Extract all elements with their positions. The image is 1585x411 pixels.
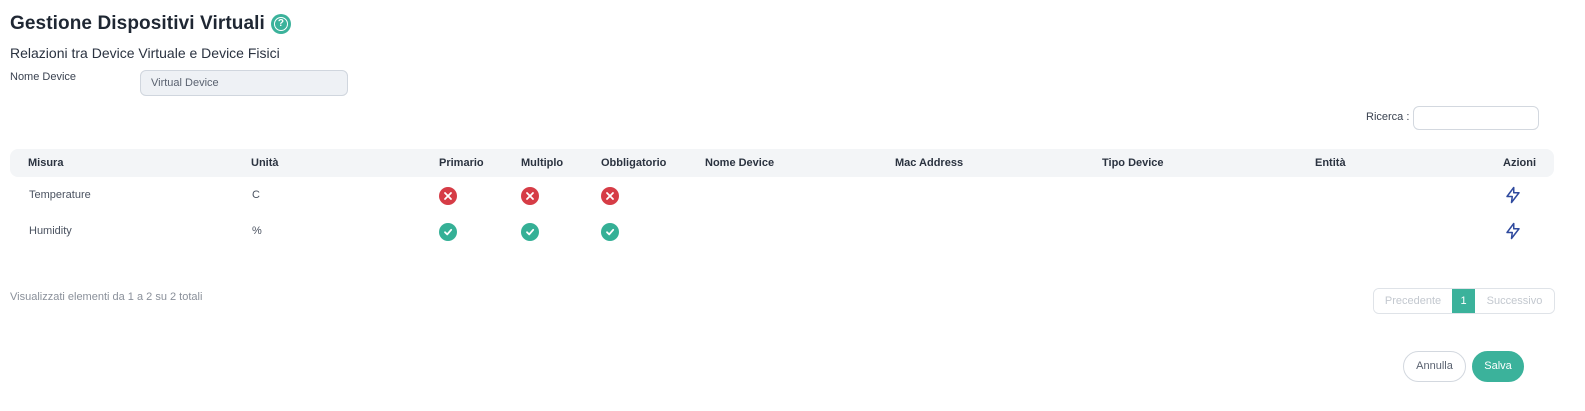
column-header-unita[interactable]: Unità xyxy=(251,149,279,177)
check-circle-icon xyxy=(521,223,539,241)
x-circle-icon xyxy=(521,187,539,205)
table-row: Temperature C xyxy=(10,178,1554,212)
x-circle-icon xyxy=(601,187,619,205)
search-input[interactable] xyxy=(1413,106,1539,130)
page-button-current[interactable]: 1 xyxy=(1452,289,1475,313)
save-button[interactable]: Salva xyxy=(1472,351,1524,382)
column-header-multiplo[interactable]: Multiplo xyxy=(521,149,563,177)
column-header-obbligatorio[interactable]: Obbligatorio xyxy=(601,149,666,177)
cell-misura: Temperature xyxy=(29,189,91,201)
column-header-mac-address[interactable]: Mac Address xyxy=(895,149,963,177)
pagination: Precedente 1 Successivo xyxy=(1373,288,1555,314)
question-circle-icon[interactable]: ? xyxy=(270,14,291,34)
next-page-button[interactable]: Successivo xyxy=(1475,289,1554,313)
cancel-button[interactable]: Annulla xyxy=(1403,351,1466,382)
page-header: Gestione Dispositivi Virtuali ? xyxy=(10,10,291,38)
column-header-azioni: Azioni xyxy=(1503,157,1536,169)
cell-unita: C xyxy=(252,189,260,201)
column-header-primario[interactable]: Primario xyxy=(439,149,484,177)
device-name-label: Nome Device xyxy=(10,71,77,83)
lightning-icon[interactable] xyxy=(1504,222,1522,240)
table-header: Misura Unità Primario Multiplo Obbligato… xyxy=(10,149,1554,177)
check-circle-icon xyxy=(439,223,457,241)
page-title: Gestione Dispositivi Virtuali xyxy=(10,13,265,34)
cell-misura: Humidity xyxy=(29,225,72,237)
table-row: Humidity % xyxy=(10,214,1554,248)
cell-unita: % xyxy=(252,225,262,237)
pagination-info: Visualizzati elementi da 1 a 2 su 2 tota… xyxy=(10,291,203,303)
search-label: Ricerca : xyxy=(1366,111,1410,123)
check-circle-icon xyxy=(601,223,619,241)
column-header-nome-device[interactable]: Nome Device xyxy=(705,149,774,177)
x-circle-icon xyxy=(439,187,457,205)
lightning-icon[interactable] xyxy=(1504,186,1522,204)
column-header-entita[interactable]: Entità xyxy=(1315,149,1346,177)
column-header-tipo-device[interactable]: Tipo Device xyxy=(1102,149,1164,177)
page-subtitle: Relazioni tra Device Virtuale e Device F… xyxy=(10,45,280,61)
previous-page-button[interactable]: Precedente xyxy=(1374,289,1452,313)
column-header-misura[interactable]: Misura xyxy=(28,149,63,177)
device-name-field[interactable] xyxy=(140,70,348,96)
